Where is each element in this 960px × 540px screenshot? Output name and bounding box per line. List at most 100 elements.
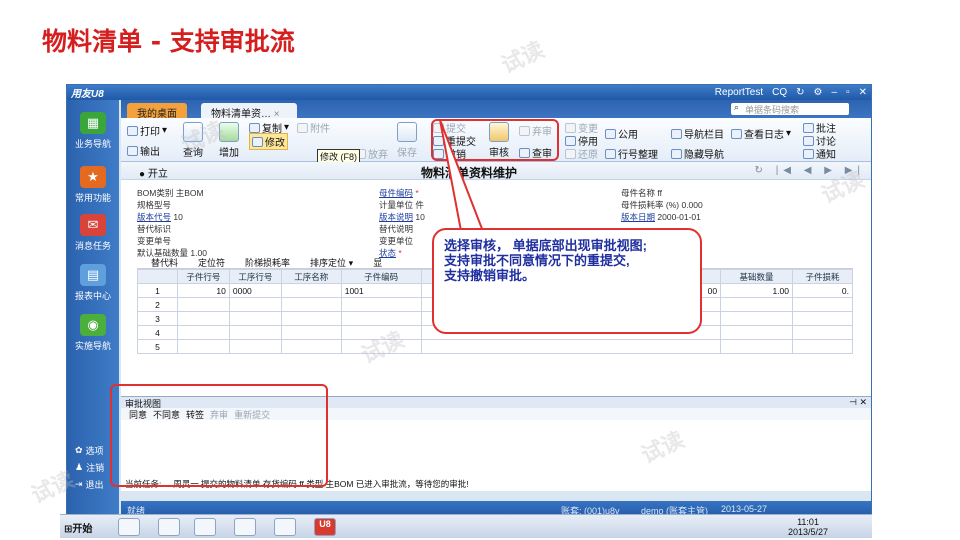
highlight-box-approval-view xyxy=(110,384,328,487)
nav-messages[interactable]: ✉ 消息任务 xyxy=(67,214,119,252)
refresh-icon[interactable]: ↻ xyxy=(796,87,804,98)
field-change-unit: 变更单位 xyxy=(379,236,414,246)
powershell-icon[interactable] xyxy=(158,518,180,536)
field-parent-code[interactable]: 母件编码 * xyxy=(379,187,419,199)
field-loss: 母件损耗率 (%) 0.000 xyxy=(621,200,703,210)
nav-logout[interactable]: ♟ 注销 xyxy=(75,461,104,474)
annotate-icon xyxy=(803,122,814,133)
query-icon xyxy=(183,122,203,142)
hide-nav-icon xyxy=(671,148,682,159)
record-nav-arrows[interactable]: ↻ |◀ ◀ ▶ ▶| xyxy=(755,165,865,176)
window-titlebar: 用友U8 ReportTest CQ ↻ ⚙ – ▫ ✕ xyxy=(67,85,871,100)
public-icon xyxy=(605,128,616,139)
windows-taskbar: ⊞开始 U8 11:01 2013/5/27 xyxy=(60,514,872,538)
nav-reports[interactable]: ▤ 报表中心 xyxy=(67,264,119,302)
nav-implement[interactable]: ◉ 实施导航 xyxy=(67,314,119,352)
output-icon xyxy=(127,145,138,156)
save-icon xyxy=(397,122,417,142)
field-change-no: 变更单号 xyxy=(137,236,172,246)
add-button[interactable]: 增加 xyxy=(219,122,239,159)
app-logo: 用友U8 xyxy=(71,89,104,100)
doc-title: 物料清单资料维护 xyxy=(421,166,518,180)
watermark: 试读 xyxy=(497,36,548,78)
modify-button[interactable]: 修改 xyxy=(249,133,288,150)
print-button[interactable]: 打印 ▾ xyxy=(127,123,167,138)
gear-icon: ✿ xyxy=(75,445,83,455)
field-version-date: 版本日期 2000-01-01 xyxy=(621,212,701,222)
tab-strip: 我的桌面 物料清单资… × 单据条码搜索 xyxy=(121,100,871,120)
query-button[interactable]: 查询 xyxy=(183,122,203,159)
output-button[interactable]: 输出 xyxy=(127,143,160,158)
nav-options[interactable]: ✿ 选项 xyxy=(75,444,104,457)
nav-bar-icon xyxy=(671,128,682,139)
disable-icon xyxy=(565,135,576,146)
ribbon-toolbar: 打印 ▾ 输出 查询 增加 复制 ▾ 修改 附件 放弃 保存 修改 (F8) 提… xyxy=(121,118,871,164)
search-input[interactable]: 单据条码搜索 xyxy=(731,102,849,115)
sort-locate-button[interactable]: 排序定位 ▾ xyxy=(310,256,353,268)
copy-icon xyxy=(249,122,260,133)
star-icon: ★ xyxy=(80,166,106,188)
folder-icon[interactable] xyxy=(194,518,216,536)
notify-icon xyxy=(803,148,814,159)
save-button[interactable]: 保存 xyxy=(397,122,417,159)
open-status: ● 开立 xyxy=(139,169,168,180)
panel-pin-close-icon[interactable]: ⊣ ✕ xyxy=(849,397,867,408)
compass-icon: ◉ xyxy=(80,314,106,336)
server-label: CQ xyxy=(772,87,788,98)
discuss-icon xyxy=(803,135,814,146)
step-loss-button[interactable]: 阶梯损耗率 xyxy=(245,256,290,268)
change-icon xyxy=(565,122,576,133)
close-icon[interactable]: ✕ xyxy=(859,87,867,98)
status-date: 2013-05-27 xyxy=(721,504,768,514)
nav-common[interactable]: ★ 常用功能 xyxy=(67,166,119,204)
edit-icon xyxy=(252,136,263,147)
view-log-button[interactable]: 查看日志 ▾ xyxy=(731,126,791,141)
clock: 11:01 2013/5/27 xyxy=(788,517,829,537)
field-spec: 规格型号 xyxy=(137,200,172,210)
business-nav-icon: ▦ xyxy=(80,112,106,134)
locator-button[interactable]: 定位符 xyxy=(198,256,225,268)
callout-line-2: 支持审批不同意情况下的重提交, xyxy=(444,253,630,268)
field-alt: 替代标识 xyxy=(137,224,172,234)
field-alt-note: 替代说明 xyxy=(379,224,414,234)
tab-home[interactable]: 我的桌面 xyxy=(127,103,187,120)
report-icon: ▤ xyxy=(80,264,106,286)
minimize-icon[interactable]: – xyxy=(832,87,838,98)
computer-icon[interactable] xyxy=(118,518,140,536)
nav-exit[interactable]: ⇥ 退出 xyxy=(75,478,104,491)
start-button[interactable]: ⊞开始 xyxy=(64,520,92,535)
hide-nav-button[interactable]: 隐藏导航 xyxy=(671,146,724,161)
callout-line-1: 选择审核， 单据底部出现审批视图; xyxy=(444,238,647,253)
notify-button[interactable]: 通知 xyxy=(803,146,836,161)
user-icon: ♟ xyxy=(75,462,84,472)
add-icon xyxy=(219,122,239,142)
exit-icon: ⇥ xyxy=(75,479,83,489)
restore-icon xyxy=(565,148,576,159)
maximize-icon[interactable]: ▫ xyxy=(846,87,850,98)
show-button[interactable]: 显 xyxy=(373,256,382,268)
document-icon[interactable] xyxy=(274,518,296,536)
table-row[interactable]: 5 xyxy=(137,339,853,354)
paint-icon[interactable] xyxy=(234,518,256,536)
field-unit: 计量单位 件 xyxy=(379,200,424,210)
settings-icon[interactable]: ⚙ xyxy=(814,87,823,98)
mail-icon: ✉ xyxy=(80,214,106,236)
field-version-note: 版本说明 10 xyxy=(379,212,425,222)
attach-icon xyxy=(297,122,308,133)
log-icon xyxy=(731,128,742,139)
nav-business[interactable]: ▦ 业务导航 xyxy=(67,112,119,150)
print-icon xyxy=(127,125,138,136)
user-label: ReportTest xyxy=(714,87,764,98)
public-button[interactable]: 公用 xyxy=(605,126,638,141)
restore-button[interactable]: 还原 xyxy=(565,146,598,161)
u8-app-icon[interactable]: U8 xyxy=(314,518,336,536)
attach-button[interactable]: 附件 xyxy=(297,120,330,135)
alt-material-button[interactable]: 替代料 xyxy=(151,256,178,268)
slide-title: 物料清单 - 支持审批流 xyxy=(42,27,295,56)
field-version-code: 版本代号 10 xyxy=(137,212,183,222)
tab-bom[interactable]: 物料清单资… × xyxy=(201,103,297,120)
doc-header-bar: ● 开立 物料清单资料维护 ↻ |◀ ◀ ▶ ▶| xyxy=(121,162,871,180)
callout-line-3: 支持撤销审批。 xyxy=(444,268,536,283)
row-adjust-button[interactable]: 行号整理 xyxy=(605,146,658,161)
nav-bar-button[interactable]: 导航栏目 xyxy=(671,126,724,141)
